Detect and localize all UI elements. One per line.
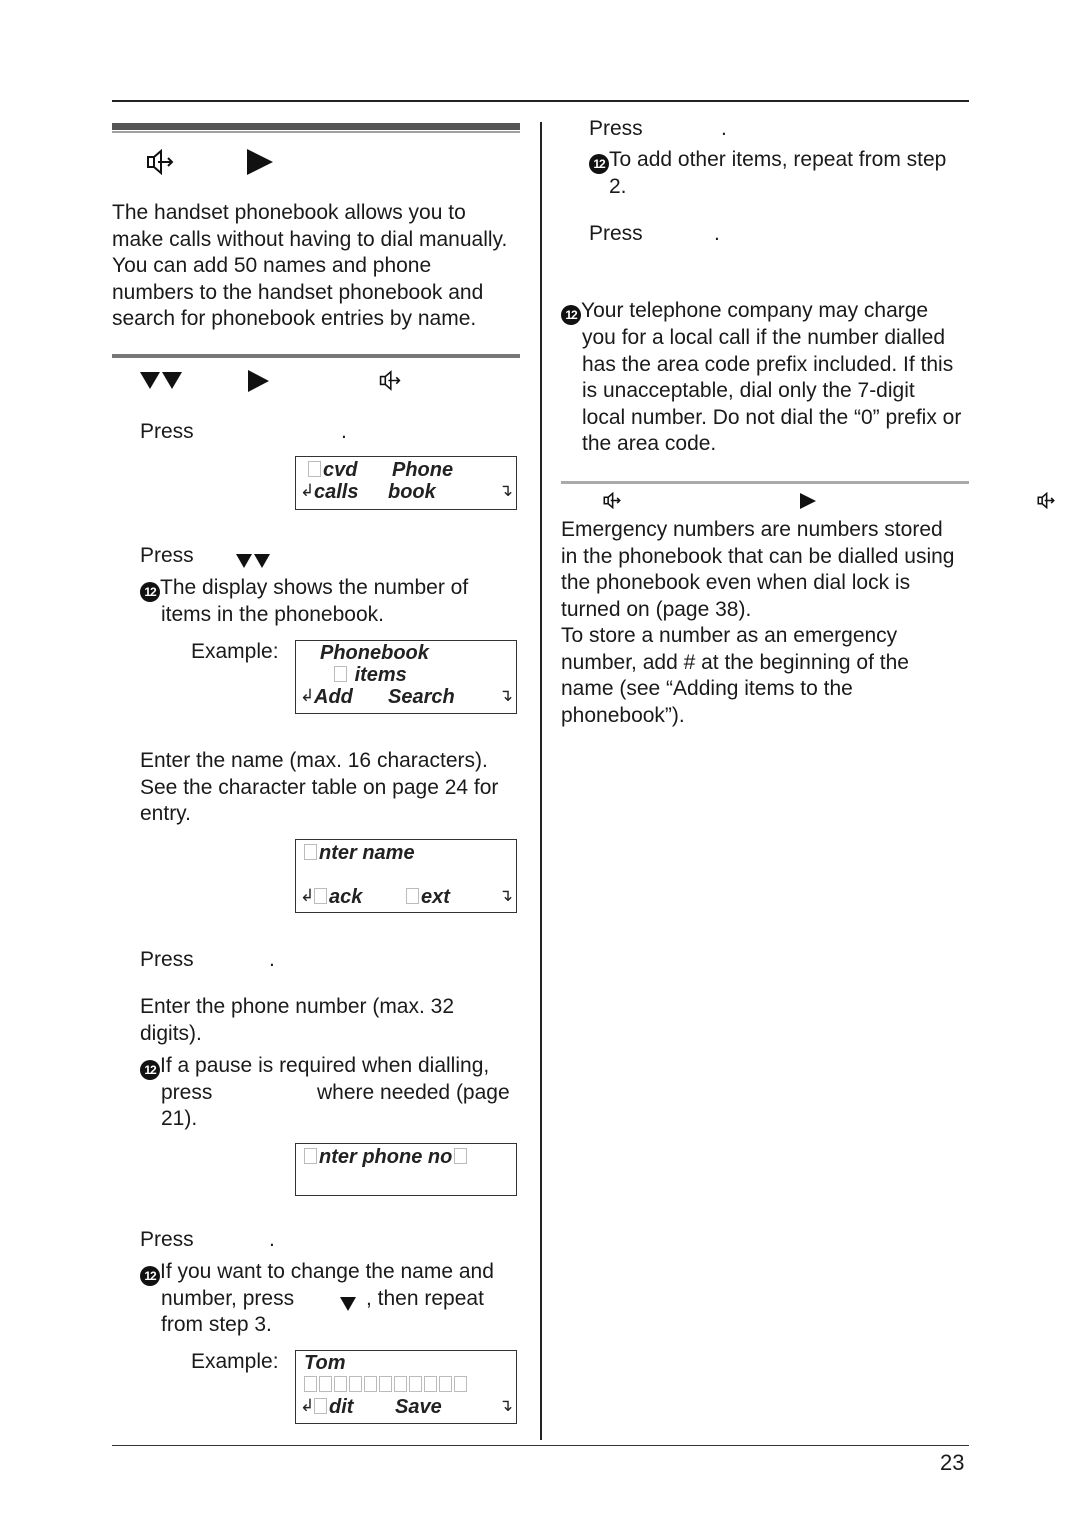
lcd-text: nter name	[319, 842, 415, 864]
speaker-arrow-icon	[1037, 492, 1055, 509]
lcd-text: ack	[329, 886, 363, 908]
step-6-note: 12 If you want to change the name and	[140, 1259, 494, 1286]
subsection-bar	[561, 481, 969, 484]
bullet-icon: 12	[140, 582, 160, 602]
lcd-text: items	[354, 664, 407, 686]
lcd-text: book	[388, 481, 436, 503]
soft-key-left-icon: ↲	[300, 686, 315, 705]
intro-line: make calls without having to dial manual…	[112, 227, 508, 251]
lcd-text: Save	[395, 1396, 442, 1418]
lcd-text: dit	[329, 1396, 354, 1418]
section-heading-underline	[112, 131, 520, 133]
right-triangle-icon	[247, 149, 273, 175]
example-label: Example:	[191, 1350, 279, 1373]
lcd-display-enter-phone: nter phone no	[295, 1143, 517, 1196]
soft-key-right-icon: ↴	[498, 886, 513, 905]
footer-rule	[112, 1445, 969, 1446]
step-5-note-page: 21).	[161, 1107, 198, 1130]
charge-note: 12 Your telephone company may charge you …	[561, 298, 961, 458]
bullet-icon: 12	[561, 305, 581, 325]
step-2-note-cont: items in the phonebook.	[161, 603, 384, 626]
step-2-press: Press	[140, 544, 194, 567]
step-3-text: Enter the name (max. 16 characters). See…	[140, 749, 499, 825]
soft-key-left-icon: ↲	[300, 886, 315, 905]
bullet-icon: 12	[140, 1266, 160, 1286]
lcd-text: Phonebook	[320, 642, 429, 664]
intro-line: numbers to the handset phonebook and	[112, 280, 484, 304]
column-divider	[540, 122, 542, 1440]
soft-key-right-icon: ↴	[498, 481, 513, 500]
step-6-note-repeat: , then repeat	[366, 1287, 484, 1310]
step-4-press: Press	[140, 948, 194, 971]
subsection-bar	[112, 354, 520, 358]
soft-key-left-icon: ↲	[300, 481, 315, 500]
repeat-note: 12 To add other items, repeat from step	[589, 147, 946, 174]
step-8-period: .	[714, 222, 720, 245]
lcd-display-enter-name: nter name ack ext ↲ ↴	[295, 839, 517, 913]
soft-key-right-icon: ↴	[498, 686, 513, 705]
step-1-period: .	[341, 420, 347, 443]
lcd-display-save-entry: Tom dit Save ↲ ↴	[295, 1350, 517, 1424]
step-6-note-step: from step 3.	[161, 1313, 272, 1336]
intro-text: The handset phonebook allows you to make…	[112, 200, 507, 333]
emergency-text: Emergency numbers are numbers stored in …	[561, 518, 955, 727]
lcd-text: Search	[388, 686, 455, 708]
page-number: 23	[940, 1450, 965, 1475]
bullet-icon: 12	[589, 154, 609, 174]
step-4-period: .	[269, 948, 275, 971]
step-1-press: Press	[140, 420, 194, 443]
lcd-text: calls	[314, 481, 359, 503]
step-6-period: .	[269, 1228, 275, 1251]
lcd-text: Add	[314, 686, 353, 708]
lcd-display-main-menu: cvd Phone calls book ↲ ↴	[295, 456, 517, 510]
speaker-arrow-icon	[379, 370, 401, 391]
step-5-note-press: press	[161, 1081, 213, 1104]
step-2-note: 12 The display shows the number of	[140, 575, 468, 602]
speaker-arrow-icon	[147, 149, 174, 175]
step-7-period: .	[721, 117, 727, 140]
lcd-text: Tom	[304, 1352, 346, 1374]
right-triangle-icon	[800, 493, 816, 509]
intro-line: You can add 50 names and phone	[112, 254, 432, 277]
double-down-triangle-icon	[140, 371, 182, 395]
down-triangle-icon	[340, 1293, 356, 1317]
step-5-text: Enter the phone number (max. 32 digits).	[140, 995, 455, 1045]
lcd-display-phonebook: Phonebook items Add Search ↲ ↴	[295, 640, 517, 714]
step-5-note-where: where needed (page	[317, 1081, 510, 1104]
lcd-text: nter phone no	[319, 1146, 453, 1168]
bullet-icon: 12	[140, 1060, 160, 1080]
intro-line: The handset phonebook allows you to	[112, 201, 466, 224]
speaker-arrow-icon	[603, 492, 621, 509]
lcd-text: cvd	[323, 459, 358, 481]
lcd-number-placeholders	[304, 1374, 469, 1396]
lcd-text: Phone	[392, 459, 454, 481]
soft-key-right-icon: ↴	[498, 1396, 513, 1415]
step-8-press: Press	[589, 222, 643, 245]
soft-key-left-icon: ↲	[300, 1396, 315, 1415]
double-down-triangle-icon	[236, 550, 270, 574]
lcd-text: ext	[421, 886, 450, 908]
step-6-note-number: number, press	[161, 1287, 295, 1310]
step-6-press: Press	[140, 1228, 194, 1251]
intro-line: search for phonebook entries by name.	[112, 307, 477, 330]
example-label: Example:	[191, 640, 279, 663]
header-rule	[112, 100, 969, 102]
step-7-press: Press	[589, 117, 643, 140]
step-5-note: 12 If a pause is required when dialling,	[140, 1053, 489, 1080]
right-triangle-icon	[248, 370, 269, 392]
repeat-note-cont: 2.	[609, 175, 627, 198]
section-heading-bar	[112, 123, 520, 130]
